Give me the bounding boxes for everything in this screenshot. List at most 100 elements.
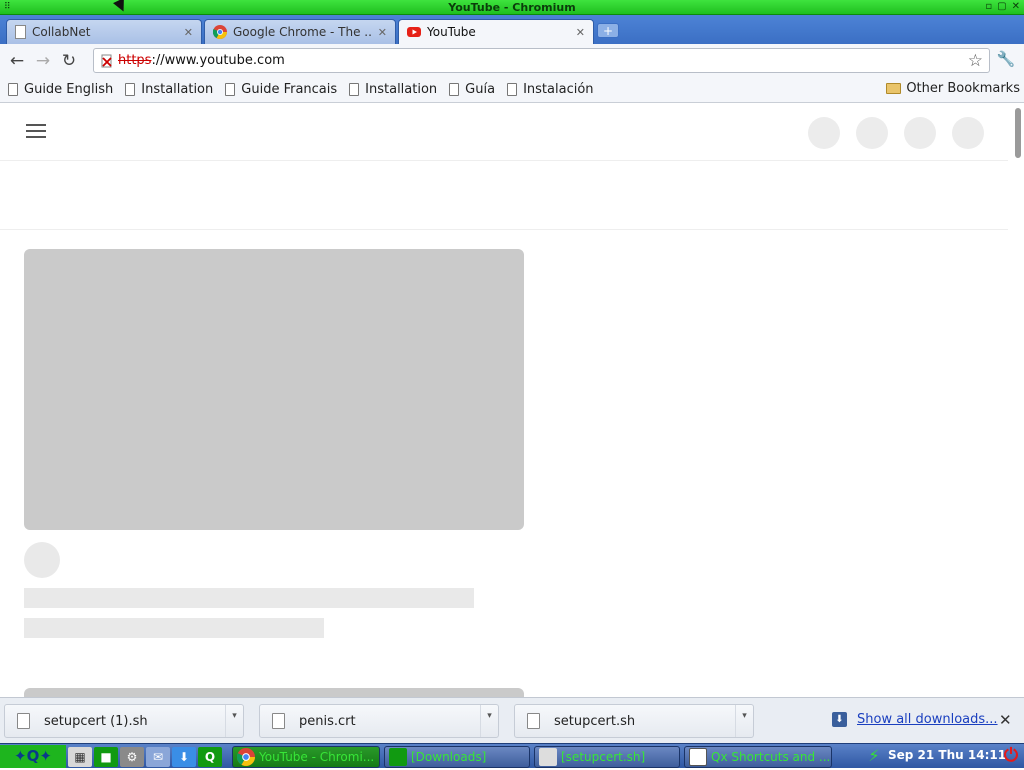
- vertical-scrollbar[interactable]: [1008, 104, 1024, 697]
- download-filename: setupcert (1).sh: [44, 713, 148, 729]
- bookmark-item[interactable]: Installation: [125, 82, 213, 97]
- taskbar-task[interactable]: Qx Shortcuts and ...: [684, 746, 832, 768]
- show-all-downloads[interactable]: ⬇ Show all downloads...: [832, 712, 998, 727]
- other-bookmarks[interactable]: Other Bookmarks: [886, 81, 1020, 96]
- bookmark-label: Guide Francais: [241, 82, 338, 97]
- video-thumbnail-placeholder: [24, 688, 524, 697]
- launcher-area: ✦Q✦ ▦ ■ ⚙ ✉ ⬇ Q: [0, 745, 222, 768]
- tab-label: Google Chrome - The ...: [233, 25, 372, 39]
- download-menu-caret-icon[interactable]: ▾: [225, 705, 243, 737]
- bookmark-item[interactable]: Installation: [349, 82, 437, 97]
- tab-close-icon[interactable]: ✕: [378, 26, 387, 39]
- chrome-icon: [212, 25, 227, 39]
- file-icon: [272, 713, 285, 729]
- section-divider: [0, 229, 1008, 230]
- title-placeholder: [24, 588, 474, 608]
- browser-toolbar: ← → ↻ https://www.youtube.com ☆ 🔧: [0, 44, 1024, 77]
- url-scheme: https: [118, 53, 152, 68]
- bookmark-label: Installation: [141, 82, 214, 97]
- tab-youtube[interactable]: YouTube ✕: [398, 19, 594, 44]
- settings-gear-icon[interactable]: ⚙: [120, 746, 144, 767]
- header-placeholder-circle: [856, 117, 888, 149]
- maximize-icon[interactable]: ▢: [997, 1, 1006, 12]
- download-menu-caret-icon[interactable]: ▾: [480, 705, 498, 737]
- close-icon[interactable]: ✕: [1012, 1, 1020, 12]
- tab-close-icon[interactable]: ✕: [576, 26, 585, 39]
- tab-strip: CollabNet ✕ Google Chrome - The ... ✕ Yo…: [0, 15, 1024, 44]
- youtube-icon: [407, 25, 421, 39]
- bookmark-item[interactable]: Guide Francais: [225, 82, 337, 97]
- header-placeholder-circle: [904, 117, 936, 149]
- bookmark-star-icon[interactable]: ☆: [968, 51, 983, 71]
- clock[interactable]: Sep 21 Thu 14:11: [888, 748, 1006, 762]
- url-host: ://www.youtube.com: [151, 53, 285, 68]
- page-icon: [125, 83, 136, 96]
- back-button[interactable]: ←: [4, 48, 30, 74]
- download-item[interactable]: setupcert (1).sh ▾: [4, 704, 244, 738]
- url-text: https://www.youtube.com: [118, 53, 285, 68]
- network-icon[interactable]: ⚡: [864, 746, 884, 766]
- download-shelf: setupcert (1).sh ▾ penis.crt ▾ setupcert…: [0, 697, 1024, 743]
- insecure-lock-icon[interactable]: [100, 54, 114, 68]
- folder-icon: [886, 83, 902, 94]
- bookmarks-bar: Guide English Installation Guide Francai…: [0, 77, 1024, 103]
- menu-icon[interactable]: [26, 124, 46, 138]
- minimize-icon[interactable]: ▫: [985, 1, 992, 12]
- start-menu-button[interactable]: ✦Q✦: [0, 745, 66, 768]
- mail-icon[interactable]: ✉: [146, 746, 170, 767]
- close-shelf-icon[interactable]: ✕: [999, 711, 1012, 729]
- taskbar: ✦Q✦ ▦ ■ ⚙ ✉ ⬇ Q YouTube - Chromi... [Dow…: [0, 743, 1024, 768]
- bookmark-item[interactable]: Guía: [449, 82, 495, 97]
- task-label: Qx Shortcuts and ...: [711, 750, 831, 764]
- new-tab-button[interactable]: +: [597, 23, 619, 38]
- page-icon: [15, 25, 26, 39]
- task-label: YouTube - Chromi...: [259, 750, 375, 764]
- download-item[interactable]: setupcert.sh ▾: [514, 704, 754, 738]
- page-icon: [449, 83, 460, 96]
- wrench-menu-icon[interactable]: 🔧: [996, 50, 1016, 70]
- tab-close-icon[interactable]: ✕: [184, 26, 193, 39]
- document-icon: [689, 748, 707, 766]
- show-all-downloads-link[interactable]: Show all downloads...: [857, 712, 998, 727]
- reload-button[interactable]: ↻: [56, 48, 82, 74]
- window-controls: ▫ ▢ ✕: [985, 1, 1020, 12]
- taskbar-task[interactable]: [setupcert.sh]: [534, 746, 680, 768]
- window-switcher-icon[interactable]: ▦: [68, 746, 92, 767]
- task-label: [Downloads]: [411, 750, 487, 764]
- bookmark-item[interactable]: Guide English: [8, 82, 113, 97]
- page-icon: [225, 83, 236, 96]
- channel-avatar-placeholder: [24, 542, 60, 578]
- download-menu-caret-icon[interactable]: ▾: [735, 705, 753, 737]
- window-titlebar[interactable]: ⠿ YouTube - Chromium ▫ ▢ ✕: [0, 0, 1024, 15]
- download-item[interactable]: penis.crt ▾: [259, 704, 499, 738]
- bookmark-label: Installation: [365, 82, 438, 97]
- task-label: [setupcert.sh]: [561, 750, 646, 764]
- power-icon[interactable]: ⏻: [1000, 745, 1022, 767]
- window-title: YouTube - Chromium: [448, 0, 576, 14]
- header-placeholder-circle: [808, 117, 840, 149]
- bookmark-label: Guía: [465, 82, 496, 97]
- download-filename: penis.crt: [299, 713, 356, 729]
- download-manager-icon[interactable]: ⬇: [172, 746, 196, 767]
- bookmark-item[interactable]: Instalación: [507, 82, 594, 97]
- tab-google-chrome[interactable]: Google Chrome - The ... ✕: [204, 19, 396, 44]
- tab-collabnet[interactable]: CollabNet ✕: [6, 19, 202, 44]
- video-thumbnail-placeholder: [24, 249, 524, 530]
- address-bar[interactable]: https://www.youtube.com ☆: [93, 48, 990, 73]
- taskbar-task[interactable]: YouTube - Chromi...: [232, 746, 380, 768]
- other-bookmarks-label: Other Bookmarks: [906, 81, 1020, 96]
- bookmark-label: Guide English: [24, 82, 114, 97]
- tab-label: CollabNet: [32, 25, 91, 39]
- header-placeholder-circle: [952, 117, 984, 149]
- page-icon: [8, 83, 18, 96]
- scrollbar-thumb[interactable]: [1015, 108, 1021, 158]
- download-filename: setupcert.sh: [554, 713, 636, 729]
- script-file-icon: [527, 713, 540, 729]
- qx-icon[interactable]: Q: [198, 746, 222, 767]
- window-menu-icon[interactable]: ⠿: [4, 2, 11, 12]
- page-content: [0, 104, 1024, 697]
- taskbar-task[interactable]: [Downloads]: [384, 746, 530, 768]
- file-manager-icon[interactable]: ■: [94, 746, 118, 767]
- forward-button[interactable]: →: [30, 48, 56, 74]
- script-file-icon: [17, 713, 30, 729]
